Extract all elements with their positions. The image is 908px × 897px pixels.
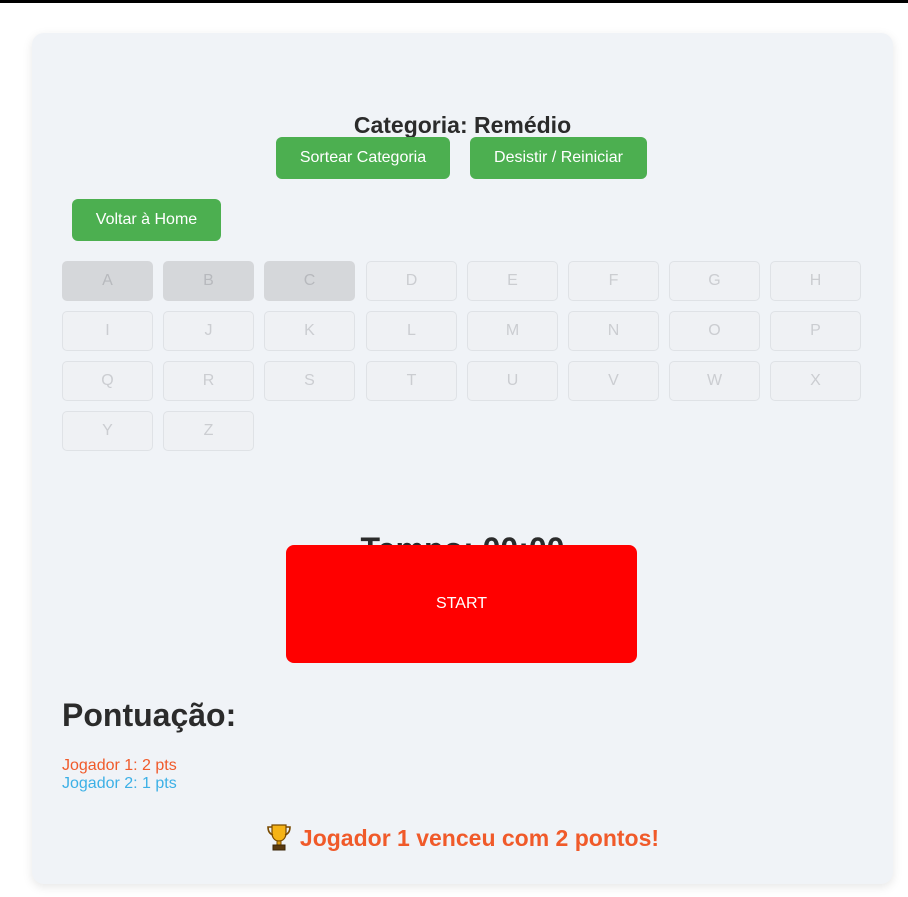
letter-button-c[interactable]: C (264, 261, 355, 301)
letter-button-u[interactable]: U (467, 361, 558, 401)
trophy-icon (266, 823, 292, 851)
back-home-button[interactable]: Voltar à Home (72, 199, 221, 241)
top-border (0, 0, 908, 3)
letter-button-p[interactable]: P (770, 311, 861, 351)
player-2-score: Jogador 2: 1 pts (62, 775, 177, 792)
letter-button-y[interactable]: Y (62, 411, 153, 451)
give-up-restart-button[interactable]: Desistir / Reiniciar (470, 137, 647, 179)
letter-button-v[interactable]: V (568, 361, 659, 401)
winner-text: Jogador 1 venceu com 2 pontos! (299, 825, 660, 851)
letter-button-r[interactable]: R (163, 361, 254, 401)
letter-button-f[interactable]: F (568, 261, 659, 301)
letter-button-b[interactable]: B (163, 261, 254, 301)
letter-button-g[interactable]: G (669, 261, 760, 301)
start-button[interactable]: START (286, 545, 637, 663)
letter-button-j[interactable]: J (163, 311, 254, 351)
letter-button-h[interactable]: H (770, 261, 861, 301)
winner-message: Jogador 1 venceu com 2 pontos! (32, 823, 893, 852)
letter-button-e[interactable]: E (467, 261, 558, 301)
letter-button-i[interactable]: I (62, 311, 153, 351)
score-heading: Pontuação: (62, 697, 237, 733)
letter-button-l[interactable]: L (366, 311, 457, 351)
letter-button-k[interactable]: K (264, 311, 355, 351)
letter-button-x[interactable]: X (770, 361, 861, 401)
letter-button-t[interactable]: T (366, 361, 457, 401)
letter-button-w[interactable]: W (669, 361, 760, 401)
letter-button-d[interactable]: D (366, 261, 457, 301)
letter-button-m[interactable]: M (467, 311, 558, 351)
letter-button-z[interactable]: Z (163, 411, 254, 451)
category-title: Categoria: Remédio (353, 112, 572, 138)
letter-button-s[interactable]: S (264, 361, 355, 401)
player-1-score: Jogador 1: 2 pts (62, 757, 177, 774)
draw-category-button[interactable]: Sortear Categoria (276, 137, 450, 179)
letter-button-n[interactable]: N (568, 311, 659, 351)
game-card: Categoria: Remédio Sortear Categoria Des… (32, 33, 893, 884)
letter-button-a[interactable]: A (62, 261, 153, 301)
letter-button-o[interactable]: O (669, 311, 760, 351)
letter-button-q[interactable]: Q (62, 361, 153, 401)
